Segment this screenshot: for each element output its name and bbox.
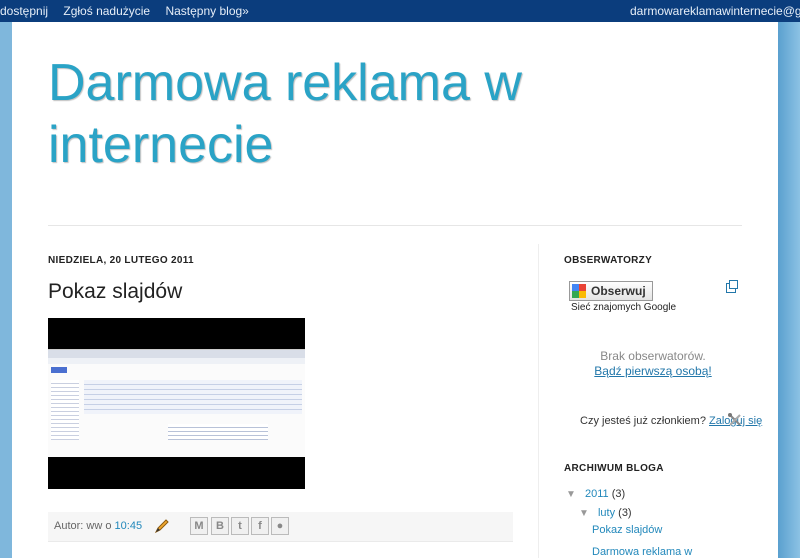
screenshot-sidebar (51, 380, 79, 440)
archive-post-link[interactable]: Pokaz slajdów (592, 524, 662, 536)
next-blog-link[interactable]: Następny blog» (165, 4, 248, 18)
post-title[interactable]: Pokaz slajdów (48, 280, 182, 304)
follow-button[interactable]: Obserwuj (569, 281, 653, 301)
google-network-label: Sieć znajomych Google (571, 302, 677, 313)
blog-page: Darmowa reklama w internecie NIEDZIELA, … (12, 22, 800, 558)
column-divider (538, 244, 539, 558)
archive-post-link[interactable]: Darmowa reklama w (592, 546, 692, 558)
email-icon[interactable]: M (190, 517, 208, 535)
archive-heading: ARCHIWUM BLOGA (564, 463, 664, 474)
screenshot-logo (51, 367, 67, 373)
archive-month: ▼ luty (3) (579, 507, 632, 519)
archive-year-count: (3) (611, 488, 626, 500)
share-link[interactable]: dostępnij (0, 4, 48, 18)
archive-post[interactable]: Pokaz slajdów (592, 524, 662, 536)
screenshot-footer (168, 424, 268, 440)
archive-month-link[interactable]: luty (598, 507, 615, 519)
no-followers-text: Brak obserwatorów. (600, 349, 706, 363)
screenshot-titlebar (48, 350, 305, 358)
tools-icon[interactable] (727, 412, 743, 428)
slideshow-screenshot (48, 349, 305, 457)
blog-title[interactable]: Darmowa reklama w internecie (48, 52, 568, 176)
post-timestamp-link[interactable]: 10:45 (115, 520, 143, 532)
post-author: Autor: ww o 10:45 (54, 520, 142, 532)
buzz-icon[interactable]: ● (271, 517, 289, 535)
slideshow-video[interactable] (48, 318, 305, 489)
navbar-links: dostępnij Zgłoś nadużycie Następny blog» (0, 4, 261, 18)
user-email[interactable]: darmowareklamawinternecie@gm (630, 4, 800, 18)
blogger-icon[interactable]: B (211, 517, 229, 535)
archive-year-link[interactable]: 2011 (585, 488, 609, 500)
google-friend-connect-icon (572, 284, 586, 298)
report-abuse-link[interactable]: Zgłoś nadużycie (63, 4, 150, 18)
no-followers: Brak obserwatorów. Bądź pierwszą osobą! (564, 349, 742, 379)
archive-post[interactable]: Darmowa reklama w (592, 546, 692, 558)
screenshot-list (84, 380, 302, 414)
header-divider (48, 225, 742, 226)
twitter-icon[interactable]: t (231, 517, 249, 535)
post-date-header: NIEDZIELA, 20 LUTEGO 2011 (48, 255, 194, 266)
facebook-icon[interactable]: f (251, 517, 269, 535)
blogger-navbar: dostępnij Zgłoś nadużycie Następny blog»… (0, 0, 800, 22)
post-footer: Autor: ww o 10:45 M B t f ● (48, 512, 513, 542)
member-question: Czy jesteś już członkiem? (580, 415, 706, 427)
author-label: Autor: ww o (54, 520, 112, 532)
screenshot-toolbar (48, 358, 305, 364)
popout-icon[interactable] (726, 280, 738, 293)
pencil-icon[interactable] (154, 518, 170, 534)
archive-month-count: (3) (618, 507, 632, 519)
followers-heading: OBSERWATORZY (564, 255, 653, 266)
archive-year: ▼ 2011 (3) (566, 488, 625, 500)
be-first-link[interactable]: Bądź pierwszą osobą! (594, 364, 711, 378)
collapse-triangle-icon[interactable]: ▼ (566, 489, 576, 500)
follow-button-label: Obserwuj (591, 284, 646, 298)
collapse-triangle-icon[interactable]: ▼ (579, 508, 589, 519)
